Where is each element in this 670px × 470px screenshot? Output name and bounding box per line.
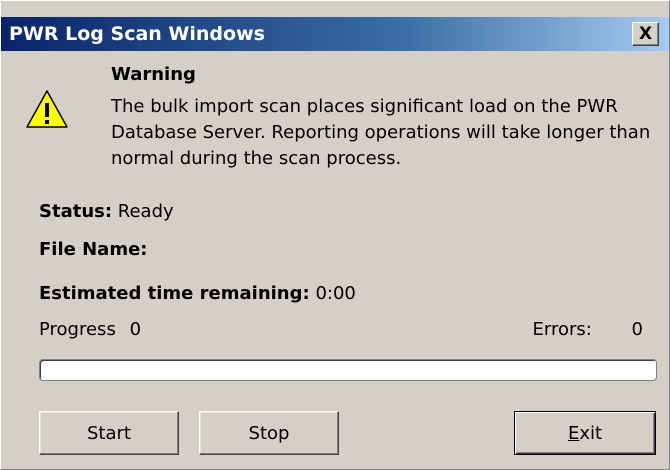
progress-label: Progress	[39, 319, 116, 340]
close-button[interactable]: X	[632, 22, 659, 46]
file-name-row: File Name:	[39, 239, 147, 260]
scan-dialog-window: PWR Log Scan Windows X Warning The bulk …	[0, 0, 670, 470]
status-label: Status:	[39, 201, 113, 222]
status-row: Status: Ready	[39, 201, 174, 222]
warning-message: The bulk import scan places significant …	[111, 96, 651, 169]
progress-bar	[39, 359, 657, 381]
file-name-label: File Name:	[39, 239, 148, 260]
start-button[interactable]: Start	[39, 411, 179, 455]
status-value: Ready	[117, 201, 174, 222]
start-button-label: Start	[87, 423, 131, 444]
warning-heading: Warning	[111, 64, 196, 85]
title-bar[interactable]: PWR Log Scan Windows X	[1, 17, 669, 51]
errors-value: 0	[631, 319, 643, 340]
stop-button-label: Stop	[248, 423, 290, 444]
warning-icon	[26, 90, 68, 128]
eta-label: Estimated time remaining:	[39, 283, 310, 304]
errors-label: Errors:	[532, 319, 592, 340]
stop-button[interactable]: Stop	[199, 411, 339, 455]
eta-row: Estimated time remaining: 0:00	[39, 283, 356, 304]
close-icon: X	[638, 24, 653, 44]
progress-value: 0	[129, 319, 142, 340]
warning-mark-dot	[45, 120, 49, 124]
exit-button-mnemonic: E	[567, 423, 580, 444]
warning-mark-bar	[45, 103, 49, 117]
progress-counter: Progress 0	[39, 319, 141, 340]
exit-button[interactable]: Exit	[514, 411, 656, 455]
eta-value: 0:00	[315, 283, 356, 304]
exit-button-label: xit	[579, 423, 603, 444]
errors-counter: Errors: 0	[532, 319, 643, 340]
window-title: PWR Log Scan Windows	[9, 23, 265, 45]
